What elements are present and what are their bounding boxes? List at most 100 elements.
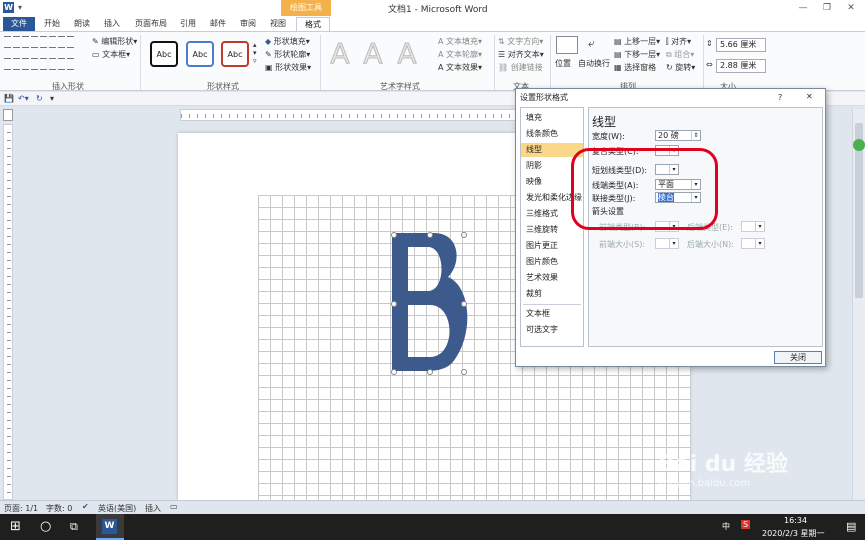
tab-mailings[interactable]: 邮件 bbox=[204, 17, 232, 31]
ruler-tab-selector[interactable] bbox=[3, 109, 13, 121]
nav-item-alt-text[interactable]: 可选文字 bbox=[521, 323, 583, 337]
group-label-wordart: 艺术字样式 bbox=[380, 82, 420, 91]
line-width-spinner[interactable]: 20 磅 ⇕ bbox=[655, 130, 701, 141]
position-icon[interactable] bbox=[556, 36, 578, 54]
text-effect-button[interactable]: A 文本效果▾ bbox=[438, 62, 482, 73]
resize-handle[interactable] bbox=[391, 301, 397, 307]
nav-item-picture-color[interactable]: 图片颜色 bbox=[521, 255, 583, 269]
edit-shape-label: 编辑形状 bbox=[101, 37, 134, 46]
selection-pane-button[interactable]: ▦ 选择窗格 bbox=[614, 62, 656, 73]
position-button[interactable]: 位置 bbox=[555, 58, 571, 69]
tab-format[interactable]: 格式 bbox=[296, 17, 330, 31]
proofing-icon[interactable]: ✔ bbox=[82, 502, 89, 511]
end-type-dropdown[interactable]: ▾ bbox=[741, 221, 765, 232]
resize-handle[interactable] bbox=[461, 301, 467, 307]
wordart-style-1[interactable]: A bbox=[325, 38, 355, 69]
tab-view[interactable]: 视图 bbox=[264, 17, 292, 31]
nav-item-3d-rotation[interactable]: 三维旋转 bbox=[521, 223, 583, 237]
text-outline-label: 文本轮廓 bbox=[446, 50, 479, 59]
text-outline-button[interactable]: A 文本轮廓▾ bbox=[438, 49, 482, 60]
text-box-button[interactable]: ▭ 文本框▾ bbox=[92, 49, 130, 60]
input-method-icon[interactable]: S bbox=[741, 520, 751, 529]
ime-indicator[interactable]: 中 bbox=[722, 521, 730, 532]
text-direction-button[interactable]: ⇅ 文字方向▾ bbox=[498, 36, 543, 47]
width-icon: ⇔ bbox=[706, 60, 713, 69]
tab-insert[interactable]: 插入 bbox=[98, 17, 126, 31]
page-count[interactable]: 页面: 1/1 bbox=[4, 503, 38, 514]
rotate-button[interactable]: ↻ 旋转▾ bbox=[666, 62, 695, 73]
tab-references[interactable]: 引用 bbox=[174, 17, 202, 31]
text-fill-button[interactable]: A 文本填充▾ bbox=[438, 36, 482, 47]
nav-item-artistic-effects[interactable]: 艺术效果 bbox=[521, 271, 583, 285]
notification-icon[interactable]: ▤ bbox=[846, 520, 856, 533]
height-input[interactable]: 5.66 厘米 bbox=[716, 38, 766, 52]
resize-handle[interactable] bbox=[427, 232, 433, 238]
letter-b-shape[interactable] bbox=[382, 225, 470, 375]
nav-item-line-color[interactable]: 线条颜色 bbox=[521, 127, 583, 141]
align-text-button[interactable]: ☰ 对齐文本▾ bbox=[498, 49, 544, 60]
tab-home[interactable]: 开始 bbox=[38, 17, 66, 31]
insert-mode[interactable]: 插入 bbox=[145, 503, 161, 514]
resize-handle[interactable] bbox=[391, 232, 397, 238]
maximize-button[interactable]: ❐ bbox=[816, 1, 838, 15]
align-button[interactable]: ⫿ 对齐▾ bbox=[666, 36, 691, 47]
group-button[interactable]: ⧉ 组合▾ bbox=[666, 49, 694, 60]
close-window-button[interactable]: ✕ bbox=[840, 1, 862, 15]
nav-item-picture-corrections[interactable]: 图片更正 bbox=[521, 239, 583, 253]
vertical-ruler[interactable] bbox=[3, 124, 13, 500]
shape-outline-button[interactable]: ✎ 形状轮廓▾ bbox=[265, 49, 310, 60]
close-button[interactable]: 关闭 bbox=[774, 351, 822, 364]
wordart-style-2[interactable]: A bbox=[358, 38, 388, 69]
language-indicator[interactable]: 英语(美国) bbox=[98, 503, 136, 514]
task-view-icon[interactable]: ⧉ bbox=[70, 520, 78, 534]
send-backward-button[interactable]: ▤ 下移一层▾ bbox=[614, 49, 660, 60]
save-icon[interactable]: 💾 bbox=[4, 94, 14, 103]
word-count[interactable]: 字数: 0 bbox=[46, 503, 72, 514]
windows-start-icon[interactable]: ⊞ bbox=[10, 519, 21, 534]
resize-handle[interactable] bbox=[461, 232, 467, 238]
quick-access-toolbar[interactable]: ▾ bbox=[18, 3, 22, 12]
wrap-text-button[interactable]: 自动换行 bbox=[578, 58, 610, 69]
resize-handle[interactable] bbox=[391, 369, 397, 375]
word-app-icon[interactable]: W bbox=[3, 2, 14, 13]
edit-shape-button[interactable]: ✎ 编辑形状▾ bbox=[92, 36, 137, 47]
macro-icon[interactable]: ▭ bbox=[170, 502, 178, 511]
redo-icon[interactable]: ↻ bbox=[36, 94, 43, 103]
bring-forward-button[interactable]: ▤ 上移一层▾ bbox=[614, 36, 660, 47]
wordart-style-3[interactable]: A bbox=[392, 38, 422, 69]
resize-handle[interactable] bbox=[427, 369, 433, 375]
tab-file[interactable]: 文件 bbox=[3, 17, 35, 31]
shape-body bbox=[392, 233, 468, 371]
shape-effect-button[interactable]: ▣ 形状效果▾ bbox=[265, 62, 311, 73]
shape-style-red[interactable]: Abc bbox=[221, 41, 249, 67]
create-link-button[interactable]: ⛓ 创建链接 bbox=[498, 62, 543, 73]
nav-item-text-box[interactable]: 文本框 bbox=[521, 307, 583, 321]
end-size-dropdown[interactable]: ▾ bbox=[741, 238, 765, 249]
resize-handle[interactable] bbox=[461, 369, 467, 375]
customize-icon[interactable]: ▾ bbox=[50, 94, 54, 103]
help-button[interactable]: ? bbox=[778, 93, 782, 102]
nav-item-crop[interactable]: 裁剪 bbox=[521, 287, 583, 301]
gallery-scroll[interactable]: ▴ ▾ ▿ bbox=[253, 41, 257, 65]
tab-read[interactable]: 朗读 bbox=[68, 17, 96, 31]
insert-shapes-gallery[interactable] bbox=[4, 36, 76, 70]
dialog-close-x-button[interactable]: ✕ bbox=[806, 92, 813, 101]
nav-item-fill[interactable]: 填充 bbox=[521, 111, 583, 125]
shape-style-black[interactable]: Abc bbox=[150, 41, 178, 67]
shape-fill-button[interactable]: ◆ 形状填充▾ bbox=[265, 36, 310, 47]
clock-date[interactable]: 2020/2/3 星期一 bbox=[762, 528, 824, 539]
wrap-text-icon[interactable]: ⤶ bbox=[588, 36, 602, 52]
word-taskbar-button[interactable]: W bbox=[96, 514, 124, 540]
undo-icon[interactable]: ↶▾ bbox=[18, 94, 29, 103]
shape-style-blue[interactable]: Abc bbox=[186, 41, 214, 67]
search-icon[interactable]: ○ bbox=[40, 519, 51, 534]
tab-review[interactable]: 审阅 bbox=[234, 17, 262, 31]
group-label-insert-shapes: 插入形状 bbox=[52, 82, 84, 91]
width-input[interactable]: 2.88 厘米 bbox=[716, 59, 766, 73]
begin-size-dropdown[interactable]: ▾ bbox=[655, 238, 679, 249]
spinner-arrows-icon[interactable]: ⇕ bbox=[691, 131, 700, 140]
text-direction-label: 文字方向 bbox=[507, 37, 540, 46]
minimize-button[interactable]: — bbox=[792, 1, 814, 15]
tab-page-layout[interactable]: 页面布局 bbox=[130, 17, 172, 31]
vertical-scrollbar[interactable] bbox=[852, 109, 865, 501]
